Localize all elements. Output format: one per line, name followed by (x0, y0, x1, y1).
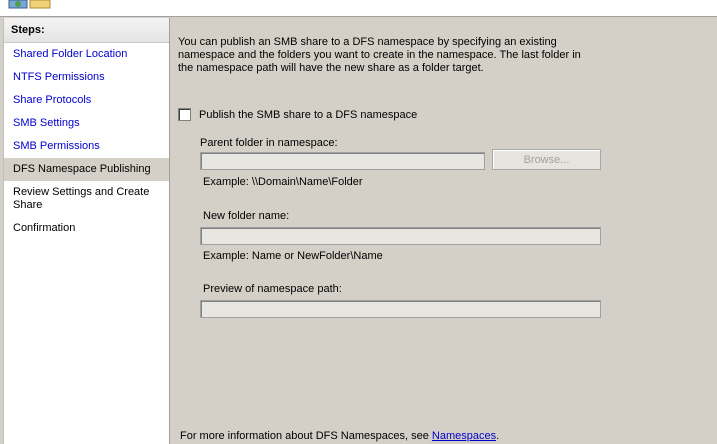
step-share-protocols[interactable]: Share Protocols (4, 89, 169, 112)
share-wizard-icon (8, 0, 51, 9)
step-smb-permissions[interactable]: SMB Permissions (4, 135, 169, 158)
publish-checkbox-row[interactable]: Publish the SMB share to a DFS namespace (178, 108, 417, 121)
footer-info: For more information about DFS Namespace… (180, 430, 499, 442)
footer-suffix: . (496, 430, 500, 442)
parent-folder-example: Example: \\Domain\Name\Folder (203, 176, 363, 188)
parent-folder-label: Parent folder in namespace: (200, 137, 338, 149)
new-folder-input[interactable] (200, 227, 601, 245)
step-ntfs-permissions[interactable]: NTFS Permissions (4, 66, 169, 89)
step-shared-folder-location[interactable]: Shared Folder Location (4, 43, 169, 66)
step-dfs-namespace-publishing: DFS Namespace Publishing (4, 158, 169, 181)
step-review-settings: Review Settings and Create Share (13, 186, 150, 211)
steps-title: Steps: (4, 18, 169, 43)
publish-checkbox-label[interactable]: Publish the SMB share to a DFS namespace (199, 109, 417, 121)
publish-checkbox[interactable] (178, 108, 191, 121)
intro-text: You can publish an SMB share to a DFS na… (178, 36, 581, 74)
namespaces-link[interactable]: Namespaces (432, 430, 496, 442)
browse-button[interactable]: Browse... (492, 149, 601, 170)
parent-folder-input[interactable] (200, 152, 485, 170)
step-confirmation: Confirmation (13, 222, 76, 234)
steps-pane: Steps: Shared Folder Location NTFS Permi… (3, 18, 170, 444)
preview-path-field (200, 300, 601, 318)
new-folder-label: New folder name: (203, 210, 290, 222)
wizard-header (0, 0, 717, 17)
new-folder-example: Example: Name or NewFolder\Name (203, 250, 383, 262)
step-smb-settings[interactable]: SMB Settings (4, 112, 169, 135)
main-panel: You can publish an SMB share to a DFS na… (178, 36, 708, 318)
preview-label: Preview of namespace path: (203, 283, 342, 295)
footer-text: For more information about DFS Namespace… (180, 430, 432, 442)
